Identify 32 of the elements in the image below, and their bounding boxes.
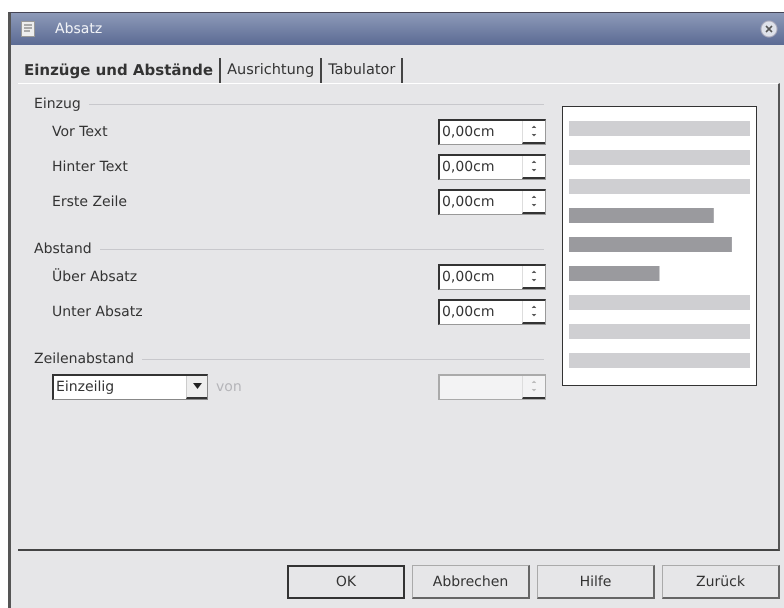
spin-arrows-icon: [530, 194, 538, 208]
dialog-button[interactable]: Zurück: [662, 565, 780, 599]
tab[interactable]: Einzüge und Abstände: [18, 58, 222, 83]
dropdown[interactable]: Einzeilig: [52, 374, 208, 400]
close-icon[interactable]: [760, 20, 778, 38]
spin-arrows-icon: [530, 379, 538, 393]
dialog-button[interactable]: Hilfe: [537, 565, 655, 599]
document-icon: [21, 21, 35, 37]
spin-arrows-icon: [530, 124, 538, 138]
spin-arrows-icon: [530, 304, 538, 318]
spin-arrows-icon: [530, 269, 538, 283]
section-title: Einzug: [34, 96, 81, 112]
spin-field[interactable]: 0,00cm: [438, 118, 546, 144]
spin-field[interactable]: 0,00cm: [438, 154, 546, 180]
tab[interactable]: Tabulator: [322, 58, 404, 83]
dialog-button[interactable]: Abbrechen: [412, 565, 530, 599]
dropdown-arrow-icon: [192, 383, 202, 389]
spin-field[interactable]: 0,00cm: [438, 298, 546, 324]
field-label: Erste Zeile: [52, 194, 128, 210]
field-label: Hinter Text: [52, 158, 129, 174]
spin-field[interactable]: [438, 374, 546, 400]
section-title: Zeilenabstand: [34, 351, 134, 367]
field-label: Vor Text: [52, 124, 109, 140]
field-label: Unter Absatz: [52, 304, 144, 320]
field-label: Über Absatz: [52, 268, 138, 284]
spin-field[interactable]: 0,00cm: [438, 264, 546, 290]
window-title: Absatz: [55, 21, 104, 37]
tab[interactable]: Ausrichtung: [221, 58, 322, 83]
section-title: Abstand: [34, 241, 92, 257]
dialog-button[interactable]: OK: [287, 565, 405, 599]
spin-field[interactable]: 0,00cm: [438, 188, 546, 214]
spin-arrows-icon: [530, 159, 538, 173]
